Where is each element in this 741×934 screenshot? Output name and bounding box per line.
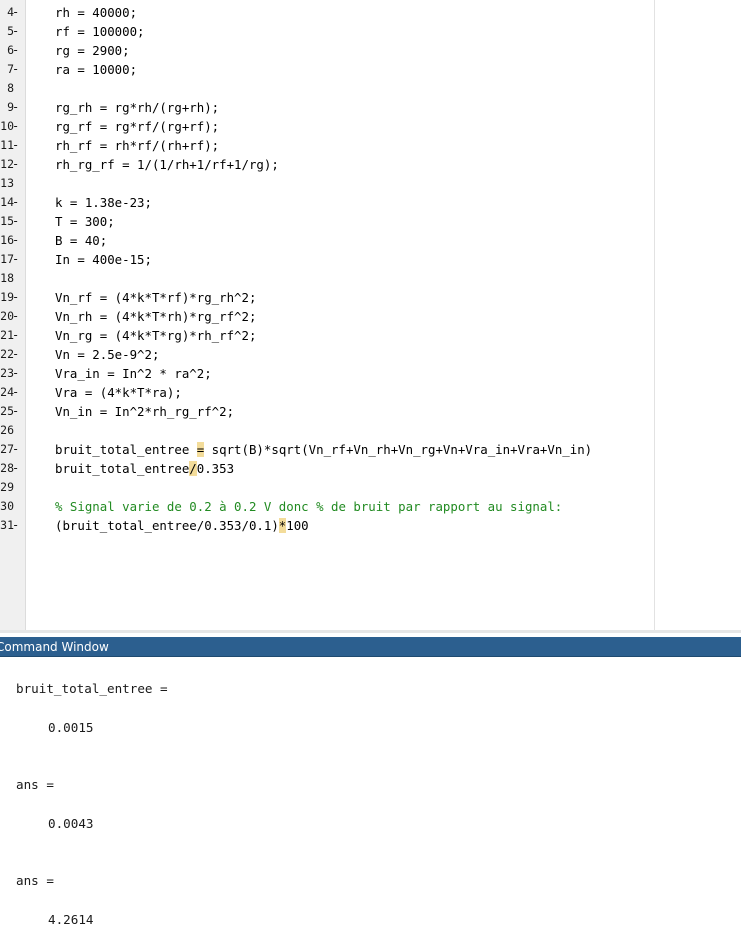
code-text[interactable]: bruit_total_entree = sqrt(B)*sqrt(Vn_rf+…	[55, 440, 592, 459]
code-segment: bruit_total_entree	[55, 442, 197, 457]
breakpoint-marker[interactable]: -	[12, 307, 19, 326]
code-line[interactable]: 16- B = 40;	[0, 231, 741, 250]
line-number: 26	[0, 423, 14, 437]
command-window[interactable]: bruit_total_entree = 0.0015 ans = 0.0043 ans…	[0, 657, 741, 934]
code-line[interactable]: 6- rg = 2900;	[0, 41, 741, 60]
breakpoint-marker[interactable]: -	[12, 41, 19, 60]
code-warning-highlight[interactable]: /	[189, 461, 197, 476]
breakpoint-marker[interactable]: -	[12, 3, 19, 22]
breakpoint-marker[interactable]: -	[12, 402, 19, 421]
line-number: 29	[0, 480, 14, 494]
code-line[interactable]: 10- rg_rf = rg*rf/(rg+rf);	[0, 117, 741, 136]
breakpoint-marker[interactable]: -	[12, 193, 19, 212]
code-line[interactable]: 4- rh = 40000;	[0, 3, 741, 22]
breakpoint-marker[interactable]: -	[12, 117, 19, 136]
breakpoint-marker[interactable]: -	[12, 345, 19, 364]
code-line[interactable]: 29	[0, 478, 741, 497]
code-line[interactable]: 31- (bruit_total_entree/0.353/0.1)*100	[0, 516, 741, 535]
code-line[interactable]: 20- Vn_rh = (4*k*T*rh)*rg_rf^2;	[0, 307, 741, 326]
code-text[interactable]: rh = 40000;	[55, 3, 137, 22]
code-text[interactable]: Vn = 2.5e-9^2;	[55, 345, 159, 364]
code-line[interactable]: 18	[0, 269, 741, 288]
output-value: 0.0043	[48, 816, 94, 831]
breakpoint-marker[interactable]: -	[12, 440, 19, 459]
breakpoint-marker[interactable]: -	[12, 250, 19, 269]
code-segment: 100	[286, 518, 309, 533]
breakpoint-marker[interactable]: -	[12, 155, 19, 174]
line-number: 13	[0, 176, 14, 190]
breakpoint-marker[interactable]: -	[12, 212, 19, 231]
breakpoint-marker[interactable]: -	[12, 60, 19, 79]
breakpoint-marker[interactable]: -	[12, 136, 19, 155]
code-text[interactable]: In = 400e-15;	[55, 250, 152, 269]
code-text[interactable]: Vn_rh = (4*k*T*rh)*rg_rf^2;	[55, 307, 256, 326]
code-line[interactable]: 19- Vn_rf = (4*k*T*rf)*rg_rh^2;	[0, 288, 741, 307]
breakpoint-marker[interactable]: -	[12, 231, 19, 250]
code-text[interactable]: k = 1.38e-23;	[55, 193, 152, 212]
code-line[interactable]: 13	[0, 174, 741, 193]
line-number: 30	[0, 499, 14, 513]
code-line[interactable]: 22- Vn = 2.5e-9^2;	[0, 345, 741, 364]
code-text[interactable]: bruit_total_entree/0.353	[55, 459, 234, 478]
code-text[interactable]: rg_rh = rg*rh/(rg+rh);	[55, 98, 219, 117]
code-line[interactable]: 25- Vn_in = In^2*rh_rg_rf^2;	[0, 402, 741, 421]
breakpoint-marker[interactable]: -	[12, 364, 19, 383]
code-text[interactable]: T = 300;	[55, 212, 115, 231]
code-text[interactable]: (bruit_total_entree/0.353/0.1)*100	[55, 516, 309, 535]
code-line[interactable]: 24- Vra = (4*k*T*ra);	[0, 383, 741, 402]
code-text[interactable]: B = 40;	[55, 231, 107, 250]
code-line[interactable]: 28- bruit_total_entree/0.353	[0, 459, 741, 478]
line-number: 8	[7, 81, 14, 95]
code-line[interactable]: 8	[0, 79, 741, 98]
code-segment: 0.353	[196, 461, 235, 476]
output-variable-name: ans =	[16, 873, 54, 888]
code-line[interactable]: 14- k = 1.38e-23;	[0, 193, 741, 212]
code-segment: (bruit_total_entree/0.353/0.1)	[55, 518, 279, 533]
output-variable-name: bruit_total_entree =	[16, 681, 168, 696]
breakpoint-marker[interactable]: -	[12, 459, 19, 478]
code-line[interactable]: 27- bruit_total_entree = sqrt(B)*sqrt(Vn_…	[0, 440, 741, 459]
breakpoint-marker[interactable]: -	[12, 383, 19, 402]
code-line[interactable]: 5- rf = 100000;	[0, 22, 741, 41]
code-line[interactable]: 30 % Signal varie de 0.2 à 0.2 V donc % d…	[0, 497, 741, 516]
breakpoint-marker[interactable]: -	[12, 288, 19, 307]
breakpoint-marker[interactable]: -	[12, 98, 19, 117]
line-number: 18	[0, 271, 14, 285]
code-line[interactable]: 11- rh_rf = rh*rf/(rh+rf);	[0, 136, 741, 155]
code-line[interactable]: 9- rg_rh = rg*rh/(rg+rh);	[0, 98, 741, 117]
code-line[interactable]: 26	[0, 421, 741, 440]
code-line[interactable]: 12- rh_rg_rf = 1/(1/rh+1/rf+1/rg);	[0, 155, 741, 174]
code-line[interactable]: 23- Vra_in = In^2 * ra^2;	[0, 364, 741, 383]
code-text[interactable]: rg = 2900;	[55, 41, 130, 60]
code-text[interactable]: ra = 10000;	[55, 60, 137, 79]
breakpoint-marker[interactable]: -	[12, 326, 19, 345]
code-line[interactable]: 15- T = 300;	[0, 212, 741, 231]
editor-bottom-border	[0, 630, 741, 633]
command-window-title: Command Window	[0, 640, 109, 654]
code-segment: bruit_total_entree	[55, 461, 190, 476]
output-value: 0.0015	[48, 720, 94, 735]
output-variable-name: ans =	[16, 777, 54, 792]
output-value: 4.2614	[48, 912, 94, 927]
code-editor[interactable]: 4- rh = 40000; 5- rf = 100000; 6- rg = 2900; 7…	[0, 0, 741, 633]
command-window-titlebar[interactable]: Command Window	[0, 637, 741, 657]
code-line[interactable]: 17- In = 400e-15;	[0, 250, 741, 269]
code-line[interactable]: 21- Vn_rg = (4*k*T*rg)*rh_rf^2;	[0, 326, 741, 345]
breakpoint-marker[interactable]: -	[12, 516, 19, 535]
code-line[interactable]: 7- ra = 10000;	[0, 60, 741, 79]
breakpoint-marker[interactable]: -	[12, 22, 19, 41]
code-text[interactable]: Vn_rf = (4*k*T*rf)*rg_rh^2;	[55, 288, 256, 307]
code-segment: sqrt(B)*sqrt(Vn_rf+Vn_rh+Vn_rg+Vn+Vra_in…	[204, 442, 593, 457]
code-text[interactable]: rg_rf = rg*rf/(rg+rf);	[55, 117, 219, 136]
code-comment[interactable]: % Signal varie de 0.2 à 0.2 V donc % de …	[55, 497, 562, 516]
code-text[interactable]: rh_rg_rf = 1/(1/rh+1/rf+1/rg);	[55, 155, 279, 174]
code-text[interactable]: rh_rf = rh*rf/(rh+rf);	[55, 136, 219, 155]
code-text[interactable]: Vra_in = In^2 * ra^2;	[55, 364, 212, 383]
code-text[interactable]: Vn_in = In^2*rh_rg_rf^2;	[55, 402, 234, 421]
code-text[interactable]: Vn_rg = (4*k*T*rg)*rh_rf^2;	[55, 326, 256, 345]
code-text[interactable]: rf = 100000;	[55, 22, 145, 41]
code-text[interactable]: Vra = (4*k*T*ra);	[55, 383, 182, 402]
